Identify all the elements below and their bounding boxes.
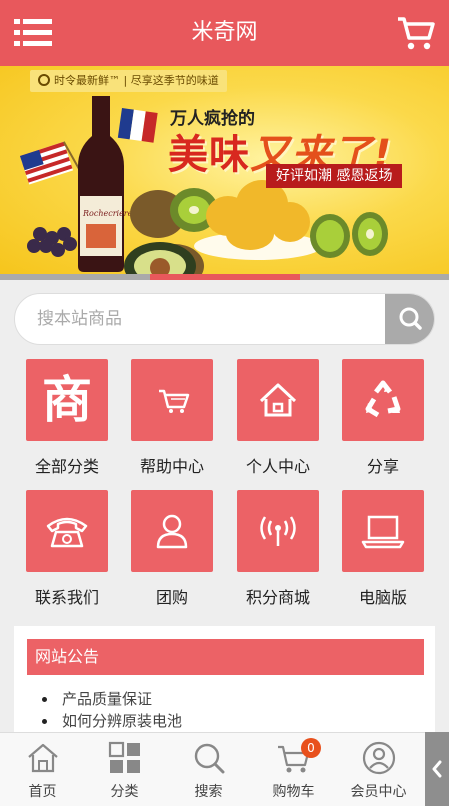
site-notice: 网站公告 产品质量保证 如何分辨原装电池 <box>14 626 435 736</box>
grid-item-share[interactable]: 分享 <box>342 359 426 476</box>
grid-label: 团购 <box>155 588 188 607</box>
recycle-icon <box>365 380 401 418</box>
search-input[interactable] <box>15 294 385 344</box>
grid-label: 分享 <box>366 457 399 476</box>
search-bar <box>14 293 435 345</box>
grid-item-contact-us[interactable]: 联系我们 <box>26 490 110 607</box>
grid-label: 电脑版 <box>358 588 407 607</box>
grid-label: 积分商城 <box>245 588 310 607</box>
tile-group-buy[interactable] <box>131 490 213 572</box>
bottom-nav: 首页 分类 搜索 0 购物车 会员中心 <box>0 732 425 806</box>
chevron-left-icon <box>432 760 442 778</box>
side-toggle-button[interactable] <box>425 732 449 806</box>
home-icon <box>28 743 58 773</box>
nav-item-home[interactable]: 首页 <box>0 733 85 806</box>
nav-item-search[interactable]: 搜索 <box>166 733 251 806</box>
nav-label: 分类 <box>110 784 139 800</box>
laptop-icon <box>361 515 405 549</box>
nav-label: 会员中心 <box>350 784 407 800</box>
cart-icon <box>159 389 190 413</box>
grid-label: 个人中心 <box>245 457 310 476</box>
grid-item-personal-center[interactable]: 个人中心 <box>237 359 321 476</box>
user-icon <box>362 741 396 775</box>
grid-item-help-center[interactable]: 帮助中心 <box>131 359 215 476</box>
nav-item-cart[interactable]: 0 购物车 <box>251 733 336 806</box>
grid-item-desktop-version[interactable]: 电脑版 <box>342 490 426 607</box>
search-button[interactable] <box>385 294 434 344</box>
tile-help-center[interactable] <box>131 359 213 441</box>
notice-item[interactable]: 产品质量保证 <box>42 688 182 710</box>
banner-tag: 时令最新鲜™ | 尽享这季节的味道 <box>30 70 227 92</box>
tile-all-categories[interactable]: 商 <box>26 359 108 441</box>
nav-item-categories[interactable]: 分类 <box>82 733 167 806</box>
nav-label: 搜索 <box>194 784 223 800</box>
banner-headline-main-1: 美味 <box>168 132 250 178</box>
telephone-icon <box>46 517 88 548</box>
banner-pager <box>0 274 449 280</box>
grid-item-group-buy[interactable]: 团购 <box>131 490 215 607</box>
signal-icon <box>260 516 296 546</box>
user-icon <box>156 514 188 549</box>
cart-count-badge: 0 <box>301 738 321 758</box>
grid-item-all-categories[interactable]: 商 全部分类 <box>26 359 110 476</box>
tile-contact-us[interactable] <box>26 490 108 572</box>
grid-icon <box>108 741 140 773</box>
tile-desktop-version[interactable] <box>342 490 424 572</box>
grid-label: 帮助中心 <box>139 457 204 476</box>
tile-points-mall[interactable] <box>237 490 319 572</box>
search-icon <box>399 307 422 330</box>
nav-label: 首页 <box>28 784 57 800</box>
search-icon <box>194 743 225 774</box>
tile-share[interactable] <box>342 359 424 441</box>
tile-personal-center[interactable] <box>237 359 319 441</box>
notice-list: 产品质量保证 如何分辨原装电池 <box>42 688 182 732</box>
clock-icon <box>38 74 50 86</box>
banner-tag-text: 时令最新鲜™ | 尽享这季节的味道 <box>54 74 219 87</box>
grid-label: 全部分类 <box>34 457 99 476</box>
cart-button[interactable] <box>396 14 436 52</box>
banner-pager-active[interactable] <box>150 274 300 280</box>
nav-item-member-center[interactable]: 会员中心 <box>336 733 421 806</box>
page-title: 米奇网 <box>191 20 258 45</box>
wine-label-text: Rochecriere <box>82 209 133 218</box>
cart-icon <box>398 17 435 50</box>
promo-banner[interactable]: Rochecriere 时令最新鲜™ | 尽享这季节的味道 万人疯抢的 美味又来… <box>0 66 449 274</box>
notice-title: 网站公告 <box>27 639 424 675</box>
shop-char-icon: 商 <box>42 371 92 429</box>
nav-label: 购物车 <box>272 784 315 800</box>
notice-item[interactable]: 如何分辨原装电池 <box>42 710 182 732</box>
app-header: 米奇网 <box>0 0 449 66</box>
grid-label: 联系我们 <box>34 588 99 607</box>
grid-item-points-mall[interactable]: 积分商城 <box>237 490 321 607</box>
home-icon <box>259 383 297 417</box>
banner-headline-sub: 好评如潮 感恩返场 <box>266 164 403 188</box>
